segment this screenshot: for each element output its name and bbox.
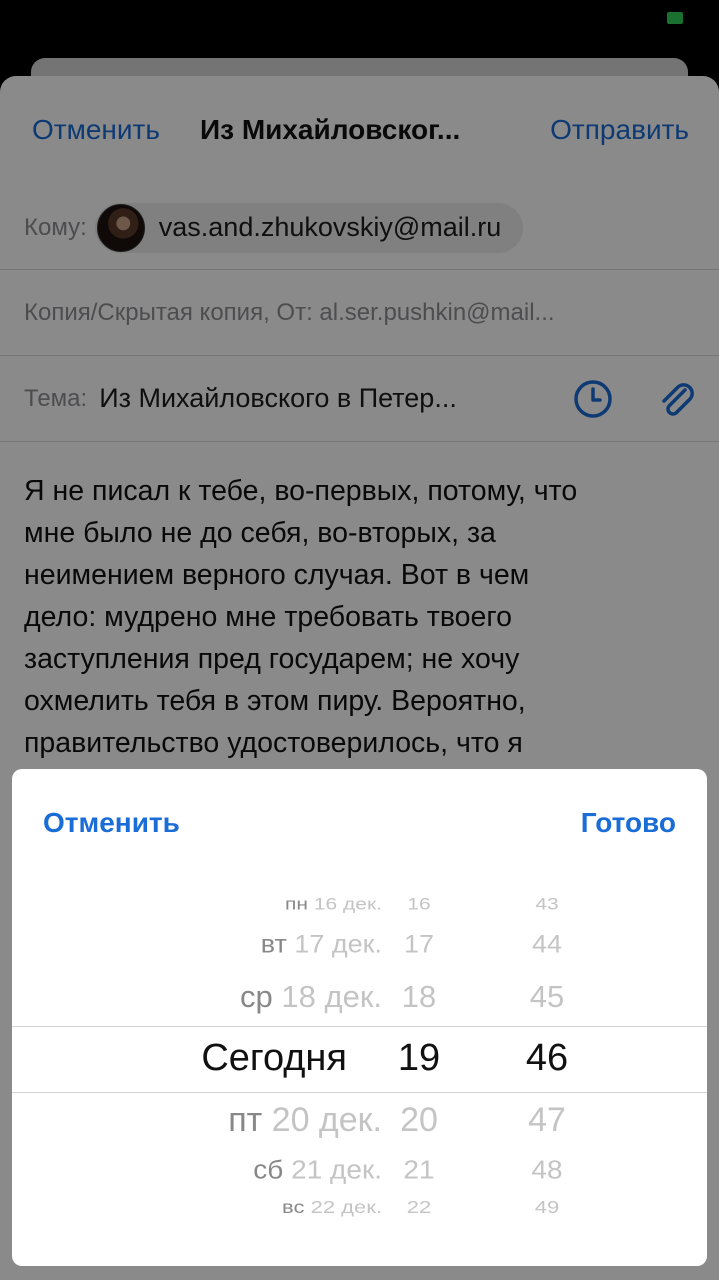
wheel-row[interactable]: вт 17 дек. 17 44 bbox=[12, 931, 707, 968]
picker-done-button[interactable]: Готово bbox=[581, 807, 676, 839]
screen: Отменить Из Михайловског... Отправить Ко… bbox=[0, 0, 719, 1280]
wheel-hour: 22 bbox=[406, 1197, 432, 1217]
wheel-date: вс 22 дек. bbox=[282, 1197, 382, 1217]
wheel-hour: 21 bbox=[403, 1155, 435, 1185]
wheel-date: вт 17 дек. bbox=[260, 930, 382, 959]
wheel-hour-selected: 19 bbox=[397, 1037, 441, 1079]
wheel-hour: 20 bbox=[400, 1101, 438, 1139]
wheel-minute-selected: 46 bbox=[525, 1037, 569, 1079]
date-picker-sheet: Отменить Готово пн 16 дек. 16 43 вт 17 д… bbox=[12, 769, 707, 1266]
wheel-row[interactable]: ср 18 дек. 18 45 bbox=[12, 979, 707, 1019]
wheel-row[interactable]: пт 20 дек. 20 47 bbox=[12, 1101, 707, 1141]
selection-bottom-line bbox=[12, 1092, 707, 1093]
wheel-row-selected[interactable]: Сегодня 19 46 bbox=[12, 1037, 707, 1083]
wheel-date: ср 18 дек. bbox=[240, 979, 382, 1014]
date-time-wheel[interactable]: пн 16 дек. 16 43 вт 17 дек. 17 44 ср 18 … bbox=[12, 879, 707, 1229]
wheel-minute: 45 bbox=[529, 979, 565, 1014]
wheel-row[interactable]: вс 22 дек. 22 49 bbox=[12, 1197, 707, 1228]
wheel-date-selected: Сегодня bbox=[201, 1037, 347, 1079]
wheel-hour: 16 bbox=[407, 895, 431, 914]
wheel-minute: 47 bbox=[528, 1101, 566, 1139]
wheel-hour: 18 bbox=[401, 979, 437, 1014]
wheel-row[interactable]: сб 21 дек. 21 48 bbox=[12, 1156, 707, 1193]
selection-top-line bbox=[12, 1026, 707, 1027]
wheel-minute: 49 bbox=[534, 1197, 560, 1217]
wheel-date: пн 16 дек. bbox=[285, 895, 382, 914]
picker-cancel-button[interactable]: Отменить bbox=[43, 807, 180, 839]
wheel-minute: 44 bbox=[531, 930, 563, 959]
wheel-row[interactable]: пн 16 дек. 16 43 bbox=[12, 895, 707, 927]
wheel-date: пт 20 дек. bbox=[228, 1101, 382, 1139]
wheel-hour: 17 bbox=[403, 930, 435, 959]
wheel-minute: 48 bbox=[531, 1155, 563, 1185]
wheel-minute: 43 bbox=[535, 895, 559, 914]
wheel-date: сб 21 дек. bbox=[253, 1155, 382, 1185]
